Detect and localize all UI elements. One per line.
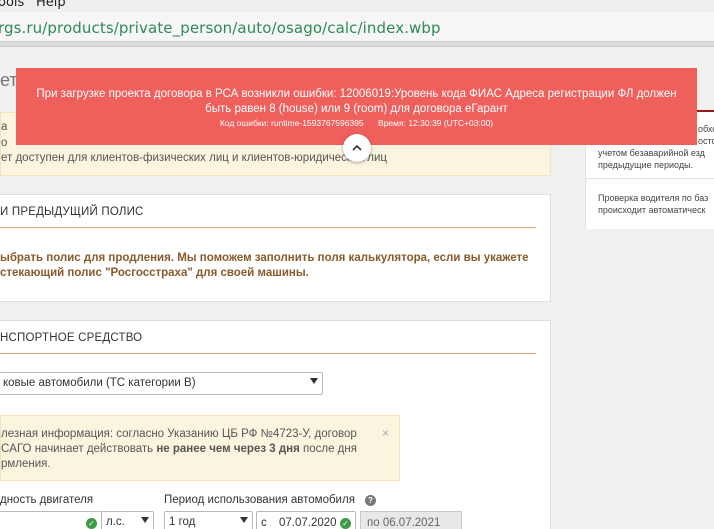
power-unit-select[interactable]: л.с. (101, 511, 154, 529)
url-text[interactable]: rgs.ru/products/private_person/auto/osag… (0, 19, 441, 37)
sidebar-line-1: обхс (698, 124, 714, 134)
info-line-2: СAГО начинает действовать не ранее чем ч… (1, 443, 357, 455)
start-date-input[interactable]: с 07.07.2020 ✓ (256, 511, 356, 529)
collapse-toast-button[interactable] (343, 134, 371, 162)
error-message-line-1: При загрузке проекта договора в РСА возн… (36, 88, 677, 100)
start-date-prefix: с (261, 517, 267, 529)
chevron-down-icon (240, 517, 248, 523)
usage-period-select[interactable]: 1 год (164, 511, 253, 529)
error-code: Код ошибки: runtime-1593767596395 (219, 118, 364, 128)
info-line-1: лезная информация: согласно Указанию ЦБ … (1, 428, 357, 440)
error-time: Время: 12:30:39 (UTC+03:00) (378, 118, 494, 128)
useful-info-box: лезная информация: согласно Указанию ЦБ … (0, 415, 400, 481)
notice-line-3: ет доступен для клиентов-физических лиц … (1, 152, 388, 164)
engine-power-input[interactable]: ✓ (0, 511, 102, 529)
menu-tools[interactable]: ools (0, 0, 24, 10)
info-line-2-pre: СAГО начинает действовать (1, 443, 157, 455)
section-divider (0, 227, 536, 228)
sidebar-line-6: происходит автоматическ (598, 205, 706, 215)
sidebar-line-5: Проверка водителя по баз (598, 193, 709, 203)
section-divider (0, 353, 536, 354)
end-date-field: по 06.07.2021 (360, 511, 462, 529)
menu-help[interactable]: Help (36, 0, 66, 10)
address-bar[interactable]: rgs.ru/products/private_person/auto/osag… (0, 12, 714, 42)
close-icon[interactable]: × (382, 426, 389, 440)
usage-period-label: Период использования автомобиля (164, 494, 355, 506)
notice-line-2: о (1, 137, 8, 149)
previous-policy-text-1: ыбрать полис для продления. Мы поможем з… (0, 252, 529, 264)
start-date-value: 07.07.2020 (279, 517, 337, 529)
sidebar-line-4: предыдущие периоды. (598, 160, 694, 170)
sidebar-line-3: учетом безаварийной езд (598, 148, 705, 158)
vehicle-category-select[interactable]: ковые автомобили (ТС категории В) (0, 372, 323, 395)
chevron-down-icon (310, 378, 318, 384)
previous-policy-card: И ПРЕДЫДУЩИЙ ПОЛИС ыбрать полис для прод… (0, 194, 551, 302)
help-icon[interactable]: ? (365, 495, 376, 506)
info-line-3: рмления. (1, 458, 51, 470)
browser-menubar: ools Help (0, 0, 714, 12)
previous-policy-title: И ПРЕДЫДУЩИЙ ПОЛИС (0, 206, 144, 218)
error-details: Код ошибки: runtime-1593767596395 Время:… (16, 118, 697, 128)
end-date-value: по 06.07.2021 (367, 517, 441, 529)
check-icon: ✓ (86, 518, 97, 529)
info-line-2-bold: не ранее чем через 3 дня (156, 443, 300, 455)
power-unit-value: л.с. (106, 516, 125, 528)
vehicle-category-value: ковые автомобили (ТС категории В) (3, 377, 196, 389)
chevron-down-icon (141, 517, 149, 523)
vehicle-title: НСПОРТНОЕ СРЕДСТВО (0, 332, 143, 344)
engine-power-label: дность двигателя (0, 494, 94, 506)
notice-line-1: а (1, 121, 8, 133)
info-line-2-post: после дня (299, 443, 357, 455)
chevron-up-icon (352, 144, 362, 151)
sidebar-line-2: осто (698, 136, 714, 146)
previous-policy-text-2: стекающий полис "Росгосстраха" для своей… (0, 267, 309, 279)
toolbar-divider (0, 42, 714, 47)
check-icon: ✓ (340, 518, 351, 529)
usage-period-value: 1 год (169, 516, 196, 528)
error-message-line-2: быть равен 8 (house) или 9 (room) для до… (205, 103, 508, 115)
sidebar-divider (586, 178, 714, 179)
